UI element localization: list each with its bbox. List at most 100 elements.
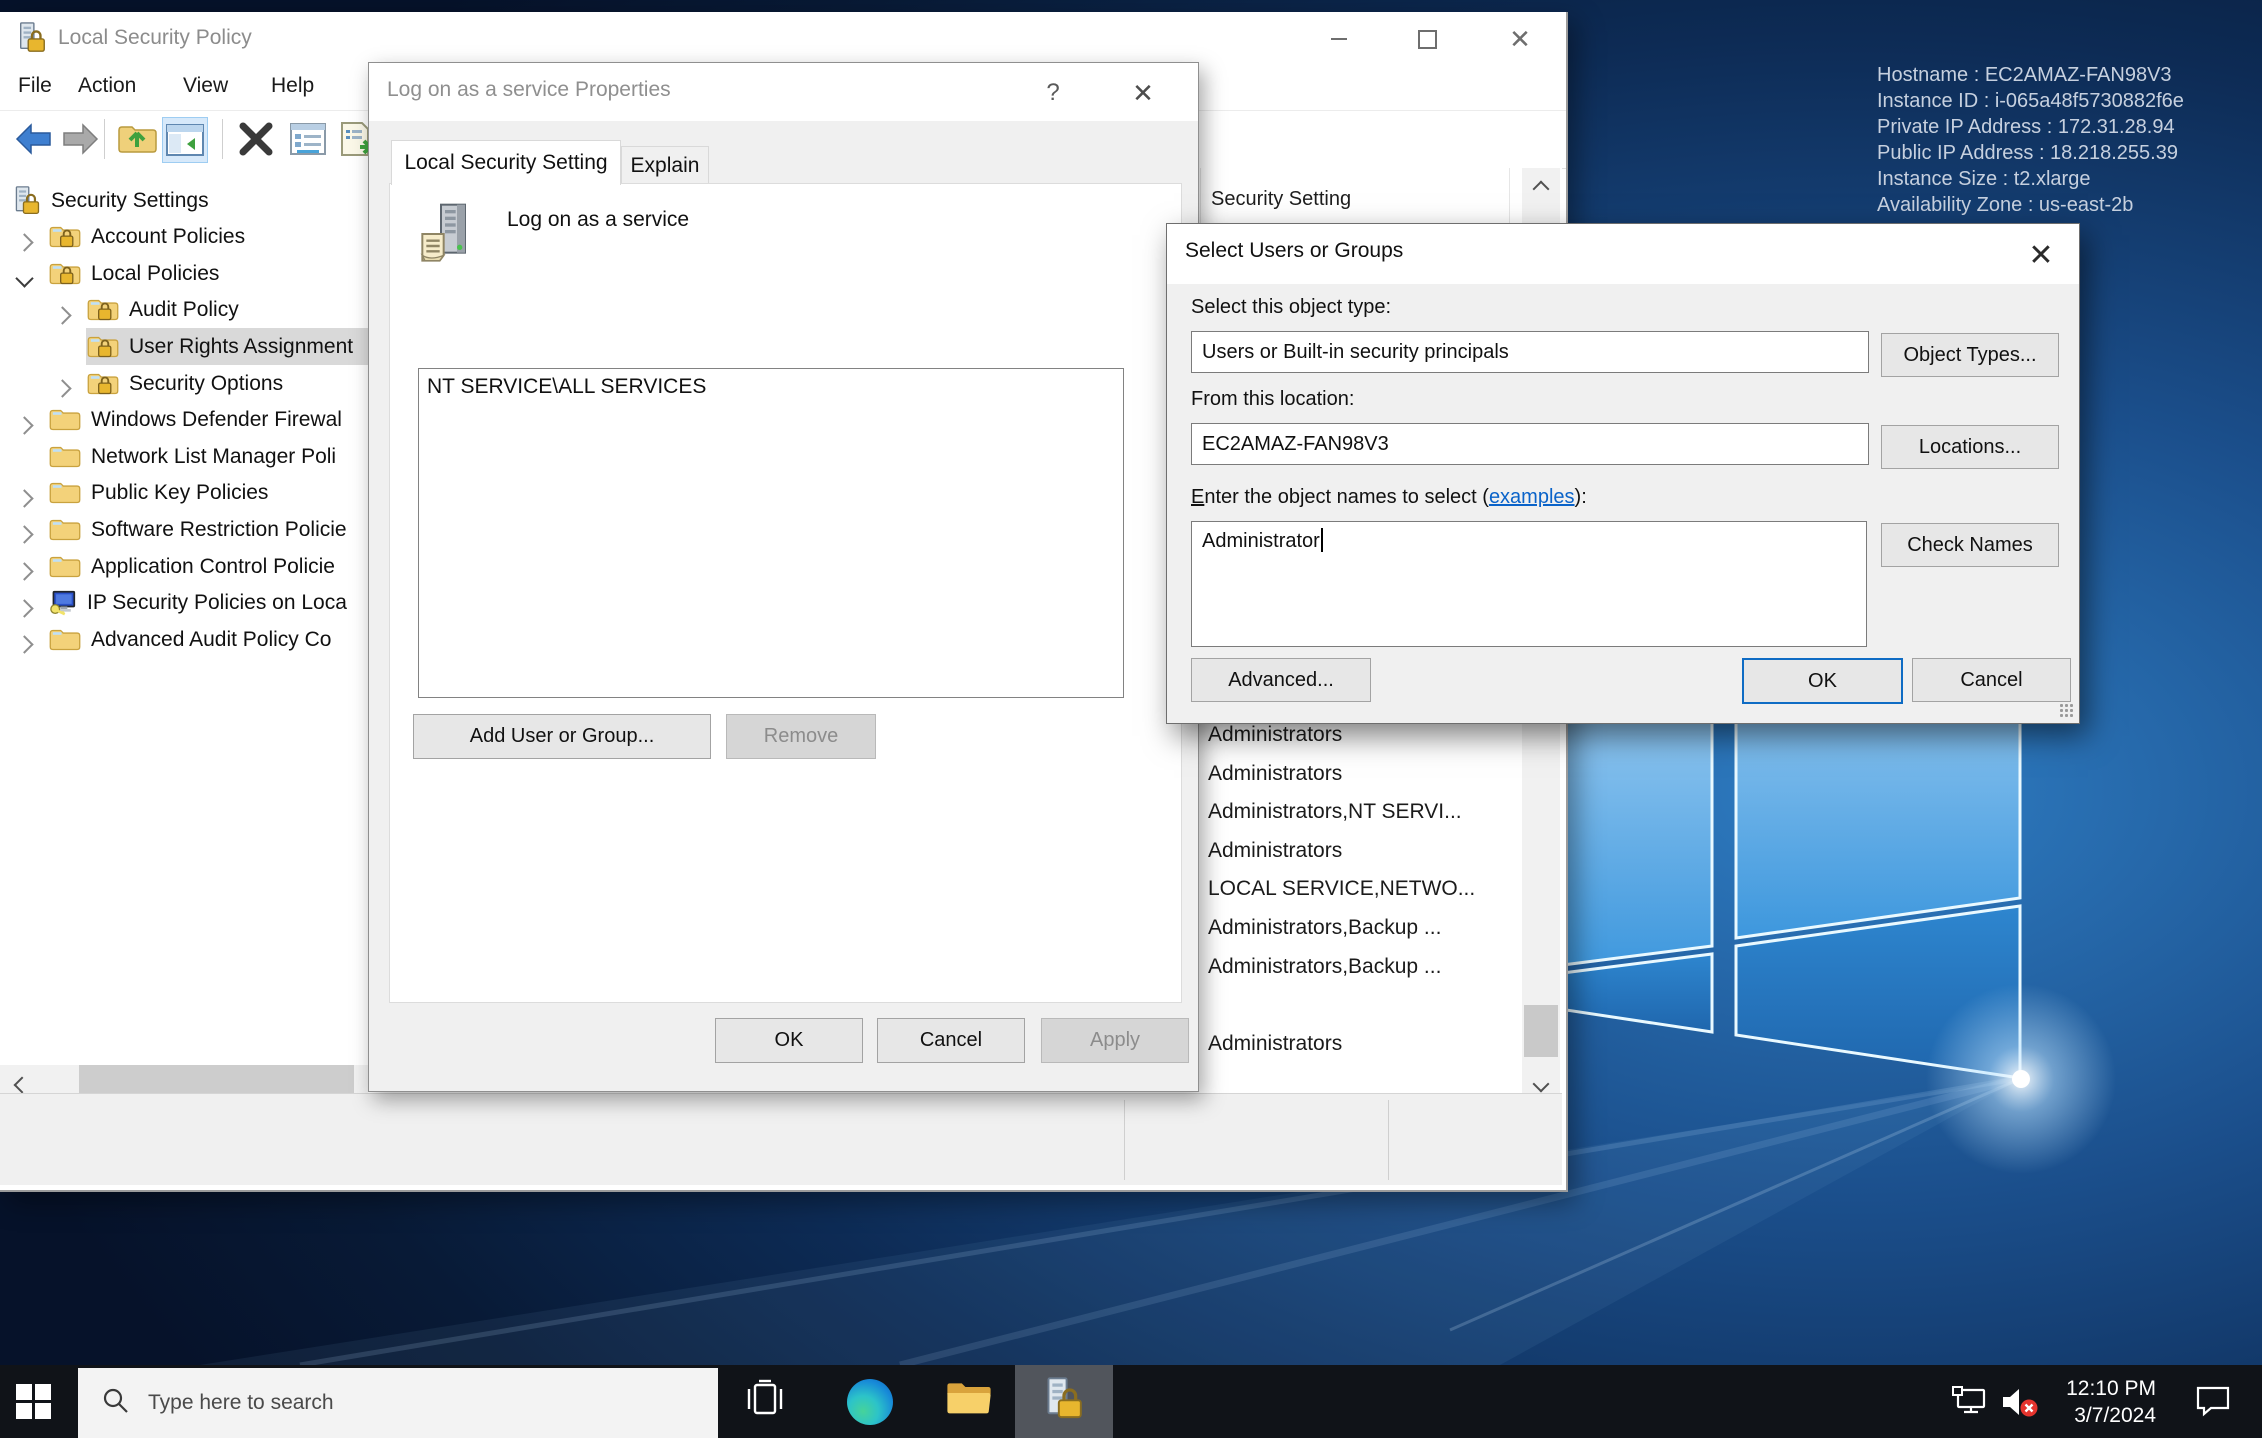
maximize-button[interactable] bbox=[1395, 12, 1459, 66]
task-view-button[interactable] bbox=[740, 1377, 790, 1427]
assigned-users-listbox[interactable]: NT SERVICE\ALL SERVICES bbox=[418, 368, 1124, 698]
security-setting-row[interactable]: Administrators bbox=[1208, 1025, 1342, 1063]
tree-item-local-policies[interactable]: Local Policies bbox=[0, 255, 368, 292]
tree-item-windows-defender-firewal[interactable]: Windows Defender Firewal bbox=[0, 402, 368, 439]
remove-button[interactable]: Remove bbox=[726, 714, 876, 759]
button-label: OK bbox=[1808, 670, 1837, 693]
examples-link[interactable]: examples bbox=[1489, 486, 1575, 508]
folder-lock-icon bbox=[86, 297, 120, 323]
tab-explain[interactable]: Explain bbox=[621, 146, 709, 185]
back-icon[interactable] bbox=[12, 117, 56, 161]
chevron-right-icon[interactable] bbox=[18, 231, 31, 255]
button-label: Object Types... bbox=[1903, 344, 2036, 367]
close-icon: ✕ bbox=[1132, 80, 1154, 106]
minimize-button[interactable] bbox=[1307, 12, 1371, 66]
folder-icon bbox=[48, 554, 82, 580]
security-setting-row[interactable]: Administrators,Backup ... bbox=[1208, 948, 1441, 986]
cancel-button[interactable]: Cancel bbox=[1912, 658, 2071, 702]
delete-icon[interactable] bbox=[234, 117, 278, 161]
toolbar-separator bbox=[104, 119, 105, 159]
chevron-right-icon[interactable] bbox=[18, 414, 31, 438]
tree-item-user-rights-assignment[interactable]: User Rights Assignment bbox=[0, 328, 368, 365]
help-button[interactable]: ? bbox=[1031, 73, 1075, 113]
resize-grip[interactable] bbox=[2059, 703, 2073, 717]
tree-item-label: Local Policies bbox=[91, 262, 219, 286]
tree-item-application-control-policie[interactable]: Application Control Policie bbox=[0, 548, 368, 585]
folder-icon bbox=[48, 517, 82, 543]
file-explorer-button[interactable] bbox=[944, 1377, 994, 1427]
ok-button[interactable]: OK bbox=[1742, 658, 1903, 704]
object-names-input[interactable]: Administrator bbox=[1191, 521, 1867, 647]
edge-button[interactable] bbox=[845, 1377, 895, 1427]
properties-dialog: Log on as a service Properties ? ✕ Local… bbox=[368, 62, 1199, 1092]
tree-item-label: Network List Manager Poli bbox=[91, 445, 336, 469]
show-console-tree-icon[interactable] bbox=[162, 117, 208, 163]
tree-item-public-key-policies[interactable]: Public Key Policies bbox=[0, 475, 368, 512]
menu-view[interactable]: View bbox=[183, 74, 228, 98]
tree-item-audit-policy[interactable]: Audit Policy bbox=[0, 292, 368, 329]
network-tray-button[interactable] bbox=[1950, 1385, 1988, 1423]
tree-item-account-policies[interactable]: Account Policies bbox=[0, 219, 368, 256]
desktop: Hostname : EC2AMAZ-FAN98V3Instance ID : … bbox=[0, 0, 2262, 1438]
chevron-right-icon[interactable] bbox=[18, 560, 31, 584]
close-button[interactable]: ✕ bbox=[2019, 236, 2063, 276]
up-one-level-icon[interactable] bbox=[116, 117, 160, 161]
locations-button[interactable]: Locations... bbox=[1881, 425, 2059, 469]
chevron-right-icon[interactable] bbox=[56, 304, 69, 328]
object-type-field[interactable]: Users or Built-in security principals bbox=[1191, 331, 1869, 373]
list-item[interactable]: NT SERVICE\ALL SERVICES bbox=[419, 369, 1123, 405]
volume-tray-button[interactable] bbox=[2000, 1385, 2040, 1425]
tree-item-security-settings[interactable]: Security Settings bbox=[0, 182, 368, 219]
tab-local-security-setting[interactable]: Local Security Setting bbox=[391, 140, 621, 185]
start-button[interactable] bbox=[14, 1382, 52, 1420]
policy-server-icon bbox=[417, 202, 481, 272]
tree-item-advanced-audit-policy-co[interactable]: Advanced Audit Policy Co bbox=[0, 621, 368, 658]
chevron-down-icon[interactable] bbox=[18, 267, 31, 291]
column-header-security-setting[interactable]: Security Setting bbox=[1200, 168, 1510, 231]
taskbar-clock[interactable]: 12:10 PM 3/7/2024 bbox=[2040, 1375, 2156, 1429]
security-setting-row[interactable]: Administrators bbox=[1208, 832, 1342, 870]
tree-item-ip-security-policies-on-loca[interactable]: IP Security Policies on Loca bbox=[0, 585, 368, 622]
tree-item-security-options[interactable]: Security Options bbox=[0, 365, 368, 402]
properties-icon[interactable] bbox=[286, 117, 330, 161]
folder-lock-icon bbox=[48, 224, 82, 250]
scroll-up-button[interactable] bbox=[1522, 168, 1560, 206]
menu-help[interactable]: Help bbox=[271, 74, 314, 98]
apply-button[interactable]: Apply bbox=[1041, 1018, 1189, 1063]
chevron-right-icon[interactable] bbox=[18, 597, 31, 621]
chevron-right-icon[interactable] bbox=[18, 633, 31, 657]
security-setting-row[interactable]: Administrators,Backup ... bbox=[1208, 909, 1441, 947]
chevron-up-icon bbox=[1533, 181, 1550, 198]
location-field[interactable]: EC2AMAZ-FAN98V3 bbox=[1191, 423, 1869, 465]
close-button[interactable]: ✕ bbox=[1488, 12, 1552, 66]
close-button[interactable]: ✕ bbox=[1121, 73, 1165, 113]
instance-info-line: Availability Zone : us-east-2b bbox=[1877, 192, 2184, 218]
taskbar-search-input[interactable]: Type here to search bbox=[78, 1368, 718, 1438]
action-center-button[interactable] bbox=[2195, 1385, 2231, 1423]
local-security-policy-taskbar-button[interactable] bbox=[1015, 1365, 1113, 1438]
chevron-right-icon[interactable] bbox=[18, 523, 31, 547]
chevron-right-icon[interactable] bbox=[56, 377, 69, 401]
forward-icon[interactable] bbox=[58, 117, 102, 161]
button-label: Locations... bbox=[1919, 436, 2021, 459]
advanced-button[interactable]: Advanced... bbox=[1191, 658, 1371, 702]
security-setting-row[interactable]: Administrators,NT SERVI... bbox=[1208, 793, 1462, 831]
tree-item-label: Windows Defender Firewal bbox=[91, 408, 342, 432]
vertical-scroll-thumb[interactable] bbox=[1524, 1005, 1558, 1057]
security-setting-row[interactable]: Administrators bbox=[1208, 755, 1342, 793]
security-setting-row[interactable]: LOCAL SERVICE,NETWO... bbox=[1208, 870, 1475, 908]
object-types-button[interactable]: Object Types... bbox=[1881, 333, 2059, 377]
folder-icon bbox=[48, 627, 82, 653]
instance-info-line: Instance ID : i-065a48f5730882f6e bbox=[1877, 88, 2184, 114]
tree-item-software-restriction-policie[interactable]: Software Restriction Policie bbox=[0, 511, 368, 548]
add-user-or-group-button[interactable]: Add User or Group... bbox=[413, 714, 711, 759]
tree-item-label: Application Control Policie bbox=[91, 555, 335, 579]
select-dialog-titlebar: Select Users or Groups ✕ bbox=[1167, 224, 2079, 284]
tree-item-network-list-manager-poli[interactable]: Network List Manager Poli bbox=[0, 438, 368, 475]
check-names-button[interactable]: Check Names bbox=[1881, 523, 2059, 567]
cancel-button[interactable]: Cancel bbox=[877, 1018, 1025, 1063]
chevron-right-icon[interactable] bbox=[18, 487, 31, 511]
ok-button[interactable]: OK bbox=[715, 1018, 863, 1063]
menu-action[interactable]: Action bbox=[78, 74, 136, 98]
menu-file[interactable]: File bbox=[18, 74, 52, 98]
